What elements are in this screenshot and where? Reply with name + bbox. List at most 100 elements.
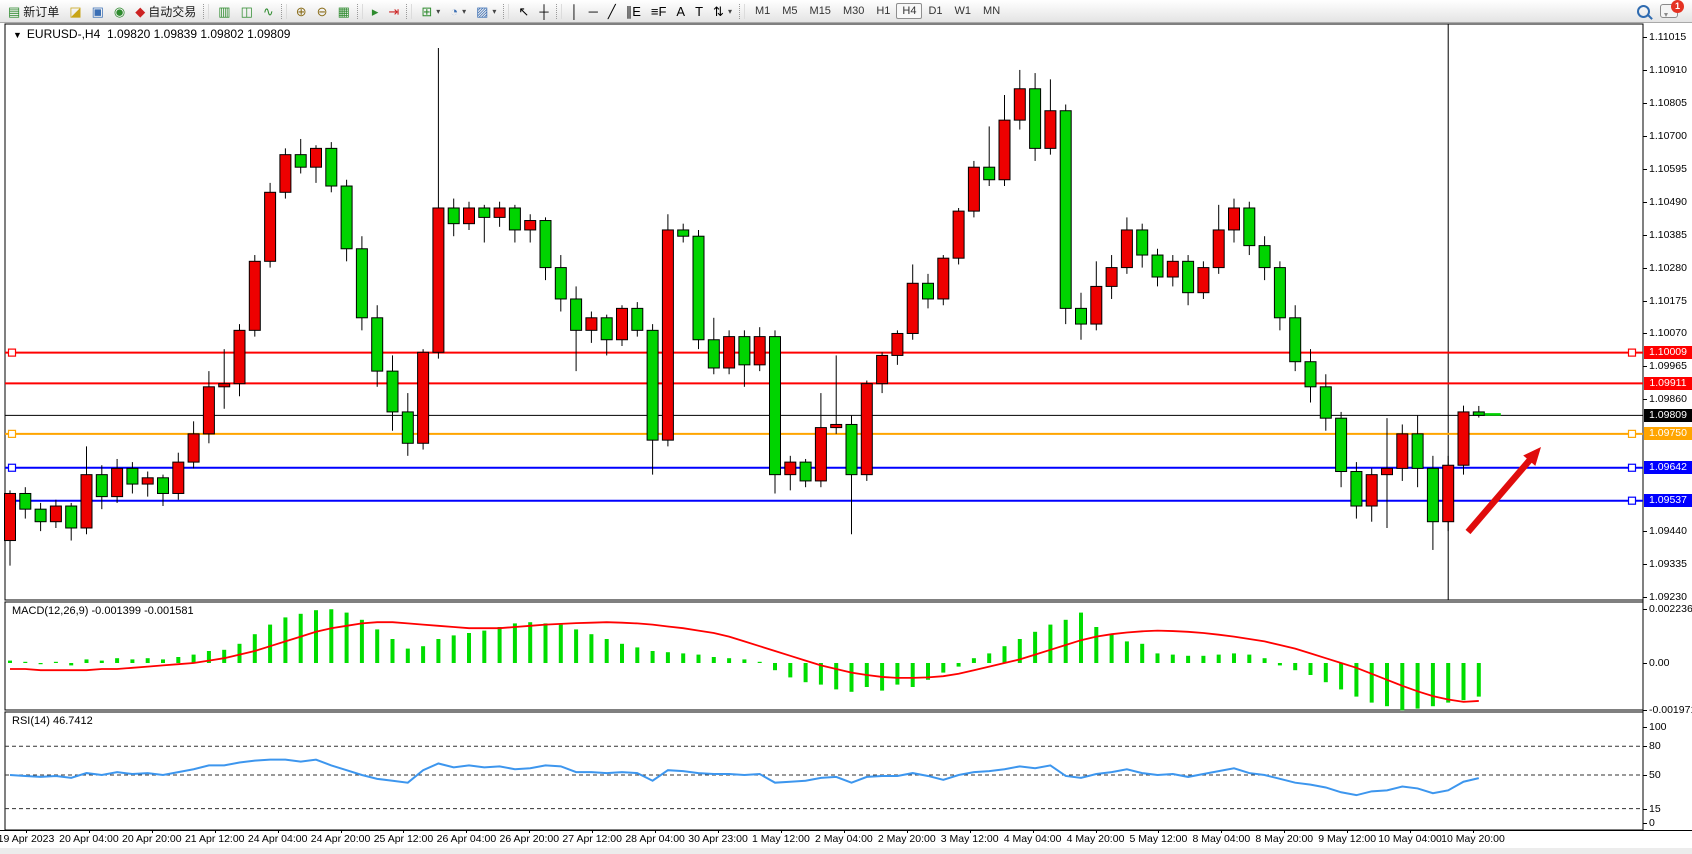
macd-histogram-bar — [1186, 656, 1190, 663]
chart-shift-button[interactable]: ⇥ — [383, 3, 404, 20]
candlestick — [984, 167, 995, 180]
candlestick — [555, 268, 566, 299]
candlestick — [678, 230, 689, 236]
timeframe-mn-button[interactable]: MN — [977, 3, 1006, 19]
timeframe-h4-button[interactable]: H4 — [896, 3, 922, 19]
timeframe-d1-button[interactable]: D1 — [922, 3, 948, 19]
line-handle[interactable] — [1629, 464, 1636, 471]
chevron-down-icon[interactable]: ▾ — [462, 7, 466, 16]
candlestick — [601, 318, 612, 340]
cursor-button[interactable]: ↖ — [513, 3, 534, 20]
fibonacci-button[interactable]: ≡F — [646, 3, 672, 20]
channel-button[interactable]: ∥E — [621, 3, 646, 20]
macd-histogram-bar — [1247, 655, 1251, 663]
zoom-out-button[interactable]: ⊖ — [312, 3, 333, 20]
text-button[interactable]: A — [671, 3, 690, 20]
macd-histogram-bar — [941, 663, 945, 673]
horizontal-line-button[interactable]: ─ — [584, 3, 603, 20]
line-handle[interactable] — [9, 430, 16, 437]
auto-scroll-button[interactable]: ▸ — [367, 3, 384, 20]
candlestick — [770, 337, 781, 475]
templates-icon: ▨ — [476, 5, 488, 18]
arrow-annotation[interactable] — [1468, 458, 1532, 532]
bar-chart-button[interactable]: ▥ — [213, 3, 235, 20]
profiles-icon: ▣ — [92, 5, 104, 18]
new-order-button[interactable]: ▤新订单 — [3, 1, 64, 22]
macd-histogram-bar — [773, 663, 777, 670]
candlestick — [142, 478, 153, 484]
indicators-button[interactable]: ⊞▾ — [416, 3, 445, 20]
macd-histogram-bar — [176, 657, 180, 663]
macd-histogram-bar — [1431, 663, 1435, 706]
toolbar-separator — [406, 4, 412, 19]
periods-button[interactable]: ◔▾ — [445, 3, 471, 20]
candlestick — [1137, 230, 1148, 255]
text-label-button[interactable]: T — [690, 3, 708, 20]
timeframe-m30-button[interactable]: M30 — [837, 3, 870, 19]
vertical-line-icon: │ — [571, 5, 579, 18]
timeframe-w1-button[interactable]: W1 — [949, 3, 978, 19]
chevron-down-icon[interactable]: ▾ — [728, 7, 732, 16]
candlestick — [1152, 255, 1163, 277]
line-handle[interactable] — [1629, 497, 1636, 504]
candlestick — [1198, 268, 1209, 293]
macd-histogram-bar — [834, 663, 838, 689]
chevron-down-icon[interactable]: ▾ — [492, 7, 496, 16]
candlestick — [938, 258, 949, 299]
macd-histogram-bar — [39, 663, 43, 664]
chart-window-icon: ◪ — [69, 5, 81, 18]
chevron-down-icon[interactable]: ▾ — [436, 7, 440, 16]
timeframe-m5-button[interactable]: M5 — [776, 3, 803, 19]
macd-histogram-bar — [1293, 663, 1297, 670]
tile-windows-button[interactable]: ▦ — [333, 3, 355, 20]
macd-histogram-bar — [1263, 658, 1267, 663]
line-chart-button[interactable]: ∿ — [258, 3, 279, 20]
timeframe-h1-button[interactable]: H1 — [870, 3, 896, 19]
timeframe-m15-button[interactable]: M15 — [804, 3, 837, 19]
candlestick — [617, 308, 628, 339]
candlestick — [81, 475, 92, 528]
notifications-icon[interactable]: 1 — [1660, 4, 1678, 18]
line-handle[interactable] — [1629, 430, 1636, 437]
macd-histogram-bar — [436, 639, 440, 663]
templates-button[interactable]: ▨▾ — [471, 3, 501, 20]
macd-histogram-bar — [574, 629, 578, 663]
macd-histogram-bar — [1171, 655, 1175, 663]
candlestick — [815, 428, 826, 481]
line-handle[interactable] — [1629, 349, 1636, 356]
line-handle[interactable] — [9, 349, 16, 356]
candlestick — [1397, 434, 1408, 469]
candlestick-chart[interactable] — [0, 0, 1692, 854]
candlestick-button[interactable]: ◫ — [236, 3, 258, 20]
macd-histogram-bar — [666, 652, 670, 663]
candlestick — [892, 333, 903, 355]
candlestick — [5, 493, 16, 540]
line-handle[interactable] — [9, 464, 16, 471]
candlestick — [479, 208, 490, 217]
candlestick — [1045, 111, 1056, 149]
arrows-button[interactable]: ⇅▾ — [708, 3, 737, 20]
candlestick — [433, 208, 444, 352]
autotrade-button[interactable]: ◆自动交易 — [130, 1, 201, 22]
window-bottom-edge — [0, 848, 1692, 854]
crosshair-button[interactable]: ┼ — [534, 3, 553, 20]
chart-window-button[interactable]: ◪ — [64, 3, 86, 20]
bar-chart-icon: ▥ — [218, 5, 230, 18]
macd-histogram-bar — [1094, 627, 1098, 663]
signals-button[interactable]: ◉ — [109, 3, 130, 20]
candlestick — [1290, 318, 1301, 362]
macd-histogram-bar — [635, 647, 639, 663]
zoom-in-button[interactable]: ⊕ — [291, 3, 312, 20]
profiles-button[interactable]: ▣ — [87, 3, 109, 20]
timeframe-m1-button[interactable]: M1 — [749, 3, 776, 19]
candlestick — [418, 352, 429, 443]
candlestick — [448, 208, 459, 224]
search-icon[interactable] — [1637, 5, 1650, 18]
macd-histogram-bar — [620, 644, 624, 663]
rsi-line — [10, 760, 1479, 796]
macd-histogram-bar — [54, 662, 58, 663]
macd-histogram-bar — [1003, 646, 1007, 663]
candlestick — [1106, 268, 1117, 287]
trendline-button[interactable]: ╱ — [603, 3, 621, 20]
vertical-line-button[interactable]: │ — [566, 3, 584, 20]
